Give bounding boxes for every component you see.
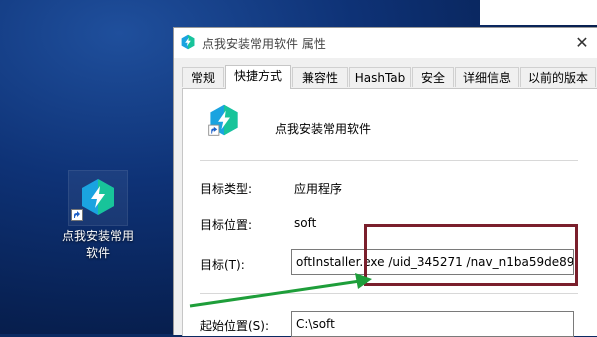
start-in-label: 起始位置(S): (200, 319, 270, 333)
app-icon (208, 104, 238, 136)
shortcut-name: 点我安装常用软件 (275, 122, 372, 136)
app-icon (181, 34, 195, 50)
background-window-edge (480, 0, 597, 25)
dialog-titlebar[interactable]: 点我安装常用软件 属性 ✕ (174, 28, 597, 58)
dialog-title: 点我安装常用软件 属性 (202, 37, 326, 51)
tab-hashtab[interactable]: HashTab (349, 67, 411, 87)
start-in-input[interactable]: C:\soft (291, 311, 574, 337)
target-type-value: 应用程序 (294, 182, 343, 196)
target-type-label: 目标类型: (200, 182, 253, 196)
tab-previous-versions[interactable]: 以前的版本 (520, 67, 596, 87)
desktop-icon-selection (68, 170, 128, 226)
desktop-icon-label-line2: 软件 (85, 246, 110, 260)
desktop-shortcut[interactable]: 点我安装常用 软件 (58, 168, 138, 260)
tab-bar: 常规 快捷方式 兼容性 HashTab 安全 详细信息 以前的版本 (182, 65, 597, 89)
shortcut-arrow-icon (71, 209, 83, 221)
tab-security[interactable]: 安全 (412, 67, 454, 87)
tab-details[interactable]: 详细信息 (455, 67, 519, 87)
tab-compatibility[interactable]: 兼容性 (292, 67, 348, 87)
desktop-icon-label: 点我安装常用 软件 (58, 228, 138, 262)
close-button[interactable]: ✕ (566, 28, 597, 58)
tab-general[interactable]: 常规 (182, 67, 224, 87)
app-icon (82, 179, 114, 215)
divider (200, 160, 578, 161)
target-location-value: soft (294, 216, 317, 230)
properties-dialog: 点我安装常用软件 属性 ✕ 常规 快捷方式 兼容性 HashTab 安全 详细信… (173, 27, 597, 337)
desktop-icon-label-line1: 点我安装常用 (61, 229, 134, 243)
annotation-highlight-box (364, 224, 578, 286)
shortcut-tab-panel: 点我安装常用软件 目标类型: 应用程序 目标位置: soft 目标(T): of… (182, 88, 597, 337)
close-icon: ✕ (575, 33, 589, 52)
target-label: 目标(T): (200, 258, 245, 272)
divider (200, 293, 578, 294)
target-location-label: 目标位置: (200, 218, 253, 232)
tab-shortcut[interactable]: 快捷方式 (225, 65, 291, 89)
